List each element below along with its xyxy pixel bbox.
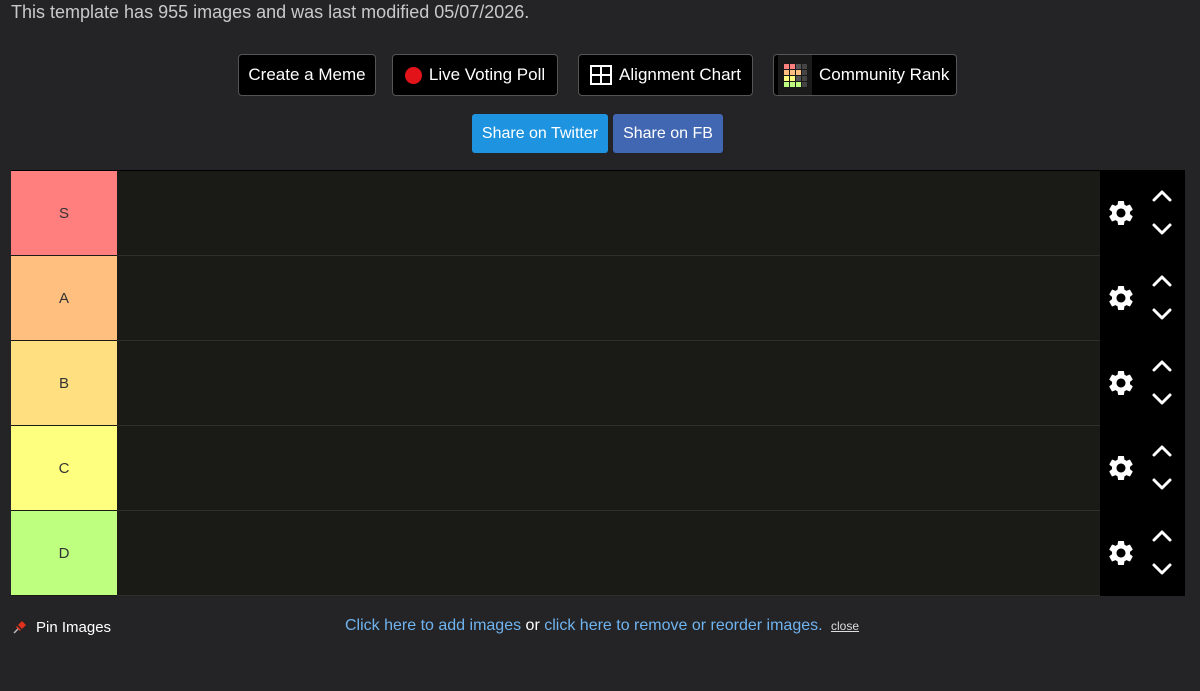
or-text: or — [525, 617, 540, 634]
tier-row-c: C — [11, 426, 1185, 511]
close-link[interactable]: close — [831, 619, 859, 633]
tier-row-s: S — [11, 171, 1185, 256]
tier-label[interactable]: B — [11, 341, 117, 425]
share-buttons: Share on Twitter Share on FB — [0, 114, 1200, 154]
tier-row-b: B — [11, 341, 1185, 426]
live-voting-label: Live Voting Poll — [428, 65, 546, 84]
red-dot-icon — [404, 66, 422, 84]
rank-grid-icon — [778, 55, 812, 95]
tier-label[interactable]: S — [11, 171, 117, 255]
tier-items-dropzone[interactable] — [117, 256, 1100, 341]
chevron-up-icon[interactable] — [1151, 358, 1173, 374]
chevron-up-icon[interactable] — [1151, 443, 1173, 459]
tier-controls — [1100, 171, 1185, 256]
tier-items-dropzone[interactable] — [117, 171, 1100, 256]
add-images-link[interactable]: Click here to add images — [345, 617, 521, 634]
chevron-up-icon[interactable] — [1151, 188, 1173, 204]
tier-list-page: This template has 955 images and was las… — [0, 0, 1200, 691]
chevron-down-icon[interactable] — [1151, 306, 1173, 322]
template-info-text: This template has 955 images and was las… — [11, 2, 530, 22]
tier-controls — [1100, 511, 1185, 596]
tier-row-d: D — [11, 511, 1185, 596]
share-twitter-button[interactable]: Share on Twitter — [472, 114, 608, 153]
tier-row-a: A — [11, 256, 1185, 341]
create-meme-button[interactable]: Create a Meme — [238, 54, 376, 96]
action-buttons: Create a Meme Live Voting Poll Alignment… — [0, 54, 1200, 98]
tier-label[interactable]: D — [11, 511, 117, 595]
community-rank-button[interactable]: Community Rank — [773, 54, 957, 96]
remove-reorder-images-link[interactable]: click here to remove or reorder images. — [544, 617, 822, 634]
alignment-chart-label: Alignment Chart — [619, 65, 741, 84]
tier-controls — [1100, 341, 1185, 426]
tier-controls — [1100, 256, 1185, 341]
share-facebook-button[interactable]: Share on FB — [613, 114, 723, 153]
gear-icon[interactable] — [1106, 538, 1136, 568]
chevron-down-icon[interactable] — [1151, 561, 1173, 577]
chevron-up-icon[interactable] — [1151, 528, 1173, 544]
pushpin-icon — [12, 619, 28, 635]
image-management-links: Click here to add images or click here t… — [345, 615, 859, 637]
community-rank-label: Community Rank — [819, 65, 950, 84]
pin-images-toggle[interactable]: Pin Images — [12, 617, 111, 637]
tier-items-dropzone[interactable] — [117, 511, 1100, 596]
create-meme-label: Create a Meme — [248, 65, 366, 84]
pin-images-label: Pin Images — [36, 618, 112, 636]
grid-icon — [590, 65, 613, 85]
live-voting-poll-button[interactable]: Live Voting Poll — [392, 54, 558, 96]
tier-items-dropzone[interactable] — [117, 341, 1100, 426]
tier-table: S A B C D — [11, 170, 1185, 596]
chevron-down-icon[interactable] — [1151, 476, 1173, 492]
gear-icon[interactable] — [1106, 283, 1136, 313]
tier-label[interactable]: A — [11, 256, 117, 340]
alignment-chart-button[interactable]: Alignment Chart — [578, 54, 753, 96]
gear-icon[interactable] — [1106, 368, 1136, 398]
chevron-up-icon[interactable] — [1151, 273, 1173, 289]
chevron-down-icon[interactable] — [1151, 221, 1173, 237]
chevron-down-icon[interactable] — [1151, 391, 1173, 407]
tier-items-dropzone[interactable] — [117, 426, 1100, 511]
gear-icon[interactable] — [1106, 198, 1136, 228]
gear-icon[interactable] — [1106, 453, 1136, 483]
tier-label[interactable]: C — [11, 426, 117, 510]
tier-controls — [1100, 426, 1185, 511]
